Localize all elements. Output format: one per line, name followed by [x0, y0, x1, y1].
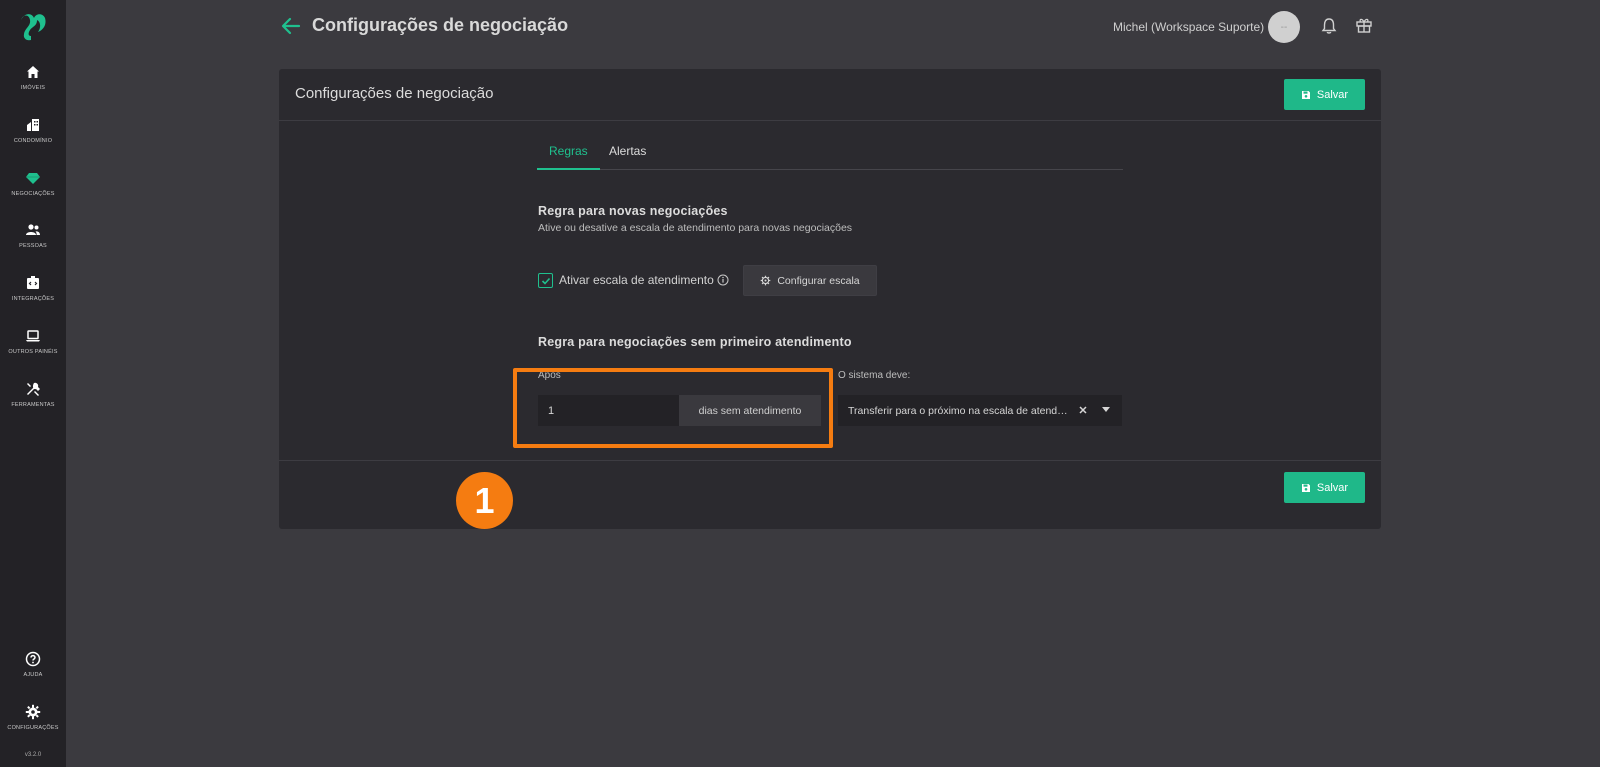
save-button-label: Salvar	[1316, 88, 1349, 101]
gear-icon	[761, 275, 771, 286]
sidebar-item-imoveis[interactable]: Imóveis	[0, 64, 66, 91]
card-title: Configurações de negociação	[295, 85, 494, 102]
sidebar-item-label: Outros Painéis	[8, 349, 58, 355]
diamond-icon	[26, 173, 40, 184]
sidebar: Imóveis Condomínio Negociações Pessoas I…	[0, 0, 66, 767]
sidebar-item-ferramentas[interactable]: Ferramentas	[0, 381, 66, 408]
system-action-select[interactable]: Transferir para o próximo na escala de a…	[838, 395, 1122, 426]
avatar[interactable]: --	[1268, 11, 1300, 43]
card-header: Configurações de negociação Salvar	[279, 69, 1381, 121]
save-icon	[1301, 483, 1310, 492]
save-button-bottom[interactable]: Salvar	[1284, 472, 1365, 503]
people-icon	[26, 224, 40, 235]
logo-icon[interactable]	[17, 12, 49, 42]
tab-alertas[interactable]: Alertas	[609, 144, 646, 168]
gear-icon	[25, 704, 41, 720]
step-badge: 1	[456, 472, 513, 529]
sidebar-item-integracoes[interactable]: Integrações	[0, 275, 66, 302]
home-icon	[27, 66, 39, 78]
info-icon[interactable]	[717, 274, 729, 286]
page-title: Configurações de negociação	[312, 15, 569, 35]
laptop-icon	[26, 330, 40, 342]
back-arrow-icon[interactable]	[280, 15, 302, 37]
scale-checkbox-label[interactable]: Ativar escala de atendimento	[559, 273, 714, 287]
help-icon	[25, 651, 41, 667]
sidebar-item-configuracoes[interactable]: Configurações	[0, 704, 66, 731]
system-action-value: Transferir para o próximo na escala de a…	[848, 404, 1068, 417]
configure-scale-label: Configurar escala	[777, 274, 860, 287]
user-name[interactable]: Michel (Workspace Suporte)	[1113, 20, 1264, 34]
section-title-new-deals: Regra para novas negociações	[538, 204, 728, 218]
tools-icon	[27, 382, 40, 396]
sidebar-item-label: Imóveis	[20, 85, 46, 91]
scale-checkbox[interactable]	[538, 273, 553, 288]
section-subtitle-new-deals: Ative ou desative a escala de atendiment…	[538, 222, 853, 234]
settings-card: Configurações de negociação Salvar Regra…	[279, 69, 1381, 529]
sidebar-item-label: Ajuda	[23, 672, 43, 678]
version-label: v3.2.0	[24, 752, 42, 758]
sidebar-item-label: Negociações	[11, 191, 55, 197]
sidebar-item-condominio[interactable]: Condomínio	[0, 117, 66, 144]
chevron-down-icon[interactable]	[1102, 407, 1110, 413]
sidebar-item-pessoas[interactable]: Pessoas	[0, 222, 66, 249]
sidebar-item-label: Ferramentas	[11, 402, 55, 408]
sidebar-item-label: Integrações	[11, 296, 55, 302]
save-button-label: Salvar	[1316, 481, 1349, 494]
footer-divider	[279, 460, 1381, 461]
configure-scale-button[interactable]: Configurar escala	[743, 265, 877, 296]
tab-regras[interactable]: Regras	[537, 144, 600, 170]
sidebar-item-label: Configurações	[7, 725, 59, 731]
check-icon	[541, 277, 550, 285]
tab-bar: Regras Alertas	[537, 140, 1123, 170]
save-button-top[interactable]: Salvar	[1284, 79, 1365, 110]
sidebar-item-label: Pessoas	[19, 243, 47, 249]
sidebar-item-negociacoes[interactable]: Negociações	[0, 170, 66, 197]
save-icon	[1301, 90, 1310, 99]
highlight-box	[513, 368, 833, 448]
sidebar-item-ajuda[interactable]: Ajuda	[0, 651, 66, 678]
sidebar-item-outros-paineis[interactable]: Outros Painéis	[0, 328, 66, 355]
building-icon	[27, 119, 39, 131]
plugin-icon	[27, 276, 39, 289]
bell-icon[interactable]	[1320, 17, 1338, 35]
system-action-label: O sistema deve:	[838, 370, 911, 381]
gift-icon[interactable]	[1355, 16, 1373, 34]
close-icon[interactable]	[1078, 405, 1088, 415]
section-title-first-contact: Regra para negociações sem primeiro aten…	[538, 335, 852, 349]
sidebar-item-label: Condomínio	[13, 138, 53, 144]
